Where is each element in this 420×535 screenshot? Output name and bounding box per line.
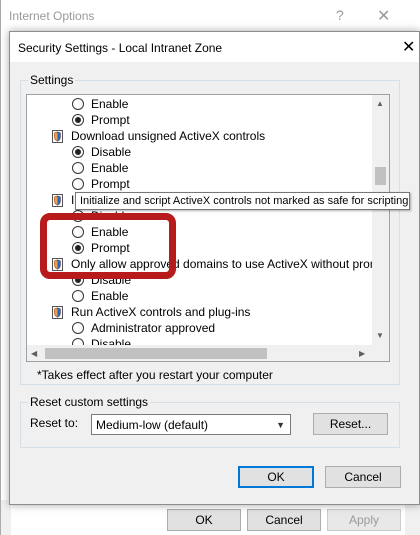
dialog-title: Security Settings - Local Intranet Zone: [18, 41, 223, 55]
scroll-right-icon[interactable]: ▶: [359, 349, 365, 358]
horizontal-scrollbar[interactable]: ◀ ▶: [27, 345, 372, 361]
radio-unselected-icon[interactable]: [72, 338, 84, 345]
reset-button[interactable]: Reset...: [313, 413, 388, 435]
scrollbar-corner: [372, 345, 389, 361]
cancel-button[interactable]: Cancel: [325, 466, 401, 488]
radio-option[interactable]: Enable: [72, 160, 128, 176]
radio-option-label: Prompt: [91, 177, 130, 191]
radio-option-label: Disable: [91, 145, 132, 159]
chevron-down-icon: ▼: [276, 420, 285, 430]
restart-note: *Takes effect after you restart your com…: [37, 368, 273, 382]
dialog-close-icon[interactable]: ✕: [402, 37, 415, 57]
annotation-highlight-box: [40, 213, 176, 279]
vertical-scrollbar[interactable]: ▲ ▼: [372, 95, 389, 345]
ok-button[interactable]: OK: [238, 466, 314, 488]
horizontal-scroll-thumb[interactable]: [45, 348, 267, 359]
radio-unselected-icon[interactable]: [72, 162, 84, 174]
radio-selected-icon[interactable]: [72, 114, 84, 126]
setting-tooltip: Initialize and script ActiveX controls n…: [75, 192, 410, 210]
radio-option[interactable]: Prompt: [72, 176, 130, 192]
radio-option[interactable]: Enable: [72, 288, 128, 304]
radio-unselected-icon[interactable]: [72, 98, 84, 110]
reset-group-label: Reset custom settings: [28, 395, 151, 409]
radio-option[interactable]: Prompt: [72, 112, 130, 128]
background-apply-button: Apply: [327, 509, 401, 531]
reset-level-value: Medium-low (default): [96, 418, 209, 432]
background-cancel-button[interactable]: Cancel: [247, 509, 321, 531]
radio-option-label: Enable: [91, 161, 129, 175]
internet-options-title: Internet Options: [9, 9, 95, 23]
radio-option[interactable]: Disable: [72, 336, 131, 345]
close-icon[interactable]: ✕: [377, 6, 390, 26]
radio-option-label: Administrator approved: [91, 321, 216, 335]
help-icon[interactable]: ?: [336, 7, 344, 23]
radio-option-label: Prompt: [91, 113, 130, 127]
settings-shield-icon: [52, 129, 63, 143]
radio-option[interactable]: Administrator approved: [72, 320, 215, 336]
settings-category-label: Download unsigned ActiveX controls: [71, 129, 266, 143]
settings-category: Run ActiveX controls and plug-ins: [52, 304, 250, 320]
radio-option[interactable]: Enable: [72, 96, 128, 112]
reset-level-select[interactable]: Medium-low (default) ▼: [91, 414, 291, 435]
dialog-titlebar: Security Settings - Local Intranet Zone …: [10, 32, 419, 62]
radio-option-label: Disable: [91, 337, 132, 345]
radio-unselected-icon[interactable]: [72, 322, 84, 334]
radio-option-label: Enable: [91, 97, 129, 111]
background-ok-button[interactable]: OK: [167, 509, 241, 531]
scroll-up-icon[interactable]: ▲: [376, 99, 384, 108]
reset-to-label: Reset to:: [30, 416, 79, 430]
radio-unselected-icon[interactable]: [72, 178, 84, 190]
settings-shield-icon: [52, 305, 63, 319]
settings-category-label: Run ActiveX controls and plug-ins: [71, 305, 251, 319]
scroll-down-icon[interactable]: ▼: [376, 331, 384, 340]
radio-selected-icon[interactable]: [72, 146, 84, 158]
vertical-scroll-thumb[interactable]: [375, 167, 386, 185]
settings-group-label: Settings: [28, 73, 76, 87]
settings-category: Download unsigned ActiveX controls: [52, 128, 265, 144]
radio-option-label: Enable: [91, 289, 129, 303]
scroll-left-icon[interactable]: ◀: [31, 349, 37, 358]
settings-shield-icon: [52, 193, 63, 207]
radio-unselected-icon[interactable]: [72, 290, 84, 302]
background-edge: [1, 500, 11, 535]
radio-option[interactable]: Disable: [72, 144, 131, 160]
